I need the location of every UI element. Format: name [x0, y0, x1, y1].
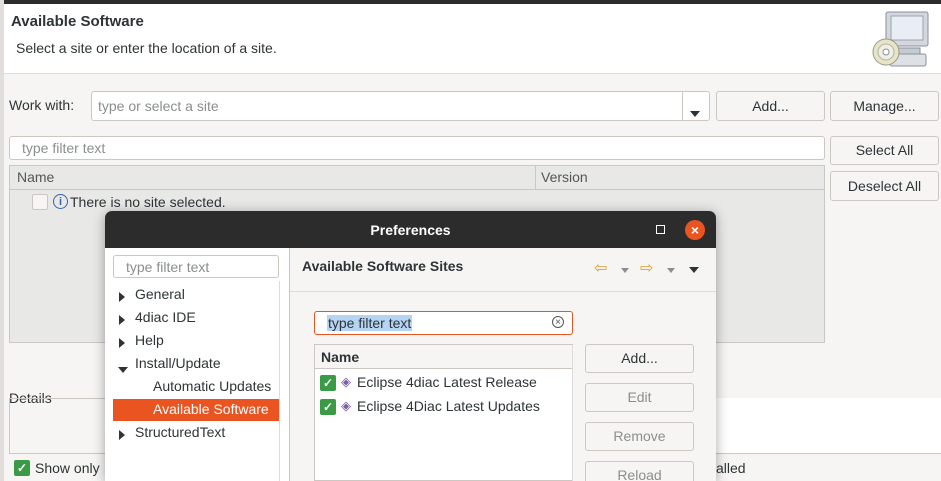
- site-name: Eclipse 4Diac Latest Updates: [357, 398, 540, 414]
- forward-arrow-icon[interactable]: ⇨: [640, 261, 653, 277]
- left-edge: [0, 0, 4, 481]
- top-edge: [0, 0, 941, 4]
- tree-item-label: General: [135, 286, 185, 302]
- show-only-label: Show only: [35, 460, 100, 476]
- column-name[interactable]: Name: [17, 169, 527, 185]
- sites-table-divider: [572, 345, 573, 481]
- details-inner-area: [716, 398, 941, 453]
- dropdown-arrow-icon[interactable]: [690, 104, 700, 120]
- tree-item-label: StructuredText: [135, 424, 226, 440]
- wizard-header: [0, 0, 941, 74]
- back-menu-icon[interactable]: [621, 268, 629, 273]
- checkbox-icon[interactable]: ✓: [320, 399, 336, 415]
- sites-table[interactable]: Name ✓ ◈ Eclipse 4diac Latest Release ✓ …: [314, 344, 573, 481]
- add-site-button[interactable]: Add...: [585, 344, 694, 373]
- page-subtitle: Select a site or enter the location of a…: [16, 40, 277, 56]
- expand-arrow-icon: [119, 427, 125, 443]
- prefs-filter-placeholder: type filter text: [126, 259, 210, 275]
- back-arrow-icon[interactable]: ⇦: [594, 261, 607, 277]
- checkbox-icon[interactable]: ✓: [320, 375, 336, 391]
- preferences-dialog: Preferences × type filter text General 4…: [105, 211, 716, 481]
- dialog-title: Preferences: [370, 222, 451, 238]
- tree-item-automatic-updates[interactable]: Automatic Updates: [113, 376, 279, 398]
- prefs-page-title: Available Software Sites: [302, 258, 464, 274]
- computer-cd-icon: [872, 10, 932, 70]
- pane-divider: [289, 248, 290, 481]
- filter-placeholder: type filter text: [22, 140, 106, 156]
- tree-item-label: 4diac IDE: [135, 309, 196, 325]
- add-site-button[interactable]: Add...: [716, 91, 825, 121]
- details-frame-left: [9, 398, 10, 454]
- select-all-button[interactable]: Select All: [830, 136, 939, 165]
- expand-arrow-icon: [119, 289, 125, 305]
- combo-separator: [682, 92, 683, 120]
- row-checkbox[interactable]: [32, 194, 48, 210]
- expand-arrow-icon: [119, 335, 125, 351]
- menu-arrow-icon[interactable]: [689, 267, 699, 273]
- tree-item-available-software[interactable]: Available Software: [113, 399, 279, 421]
- show-only-checkbox[interactable]: ✓: [14, 460, 30, 476]
- tree-item-label: Automatic Updates: [153, 378, 272, 394]
- maximize-icon[interactable]: [656, 225, 665, 234]
- installed-label-fragment: alled: [716, 460, 746, 476]
- prefs-filter-input[interactable]: type filter text: [113, 255, 279, 278]
- site-row[interactable]: ✓ ◈ Eclipse 4Diac Latest Updates: [315, 395, 572, 419]
- reload-site-button[interactable]: Reload: [585, 461, 694, 481]
- deselect-all-button[interactable]: Deselect All: [830, 171, 939, 201]
- tree-item-label: Help: [135, 332, 164, 348]
- work-with-placeholder: type or select a site: [98, 98, 219, 114]
- empty-message: There is no site selected.: [70, 194, 226, 210]
- expand-arrow-icon: [119, 312, 125, 328]
- tree-item-label: Install/Update: [135, 355, 221, 371]
- work-with-combo[interactable]: type or select a site: [91, 91, 710, 121]
- edit-site-button[interactable]: Edit: [585, 383, 694, 412]
- page-header-separator: [290, 291, 716, 292]
- column-version[interactable]: Version: [541, 169, 588, 185]
- sites-filter-input[interactable]: type filter text ×: [314, 311, 573, 335]
- sites-filter-text: type filter text: [327, 315, 413, 331]
- filter-input[interactable]: type filter text: [9, 136, 825, 160]
- tree-item-label: Available Software: [153, 401, 269, 417]
- column-divider: [535, 166, 536, 190]
- close-icon[interactable]: ×: [685, 220, 705, 240]
- update-site-icon: ◈: [341, 398, 351, 413]
- page-title: Available Software: [11, 13, 144, 30]
- manage-button[interactable]: Manage...: [830, 91, 939, 121]
- clear-icon[interactable]: ×: [552, 316, 564, 328]
- sites-column-name[interactable]: Name: [321, 349, 359, 365]
- remove-site-button[interactable]: Remove: [585, 422, 694, 451]
- work-with-label: Work with:: [9, 97, 75, 113]
- tree-scroll-edge: [279, 281, 280, 481]
- info-icon: i: [53, 194, 68, 209]
- forward-menu-icon[interactable]: [667, 268, 675, 273]
- site-name: Eclipse 4diac Latest Release: [357, 374, 537, 390]
- collapse-arrow-icon: [118, 360, 128, 376]
- site-row[interactable]: ✓ ◈ Eclipse 4diac Latest Release: [315, 371, 572, 395]
- update-site-icon: ◈: [341, 374, 351, 389]
